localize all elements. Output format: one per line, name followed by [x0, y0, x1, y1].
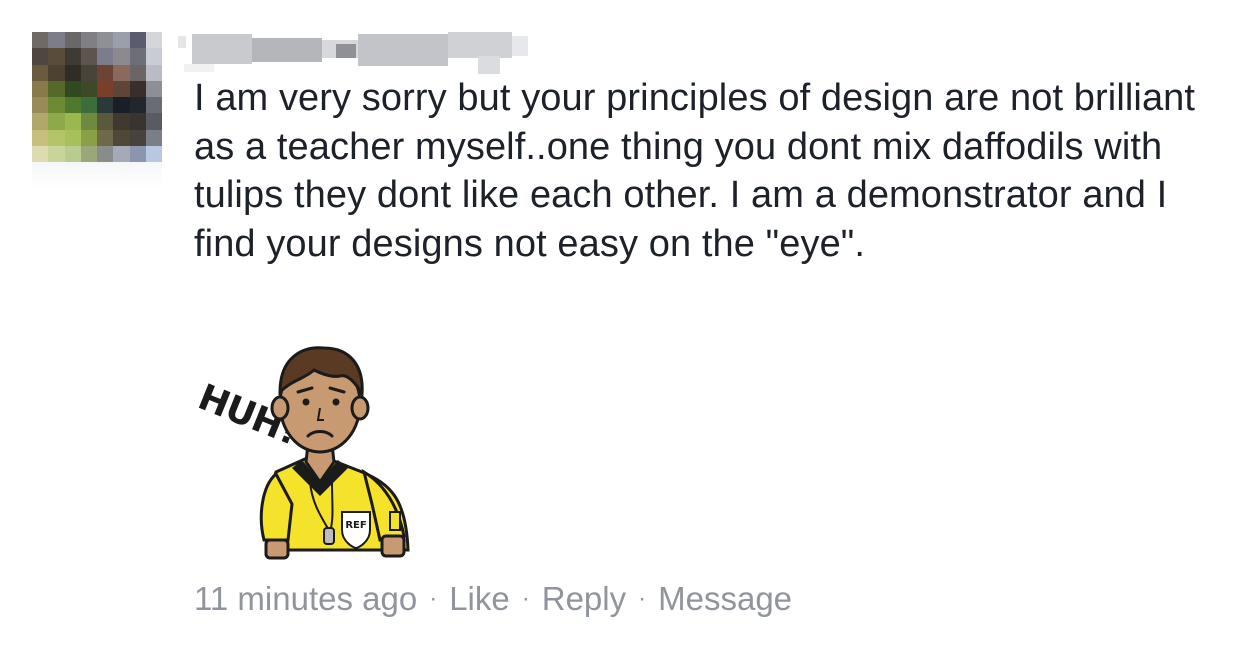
comment-text: I am very sorry but your principles of d… [194, 77, 1196, 265]
referee-sticker[interactable]: HUH? REF [184, 336, 424, 568]
avatar[interactable] [32, 32, 162, 162]
timestamp[interactable]: 11 minutes ago [194, 580, 417, 618]
author-name-blurred[interactable] [178, 30, 530, 76]
comment-meta: 11 minutes ago · Like · Reply · Message [194, 574, 792, 624]
message-link[interactable]: Message [658, 580, 792, 618]
separator: · [638, 585, 647, 612]
avatar-shadow [32, 162, 162, 188]
separator: · [429, 585, 438, 612]
separator: · [521, 585, 530, 612]
confused-referee-icon: HUH? REF [192, 346, 410, 560]
sticker-badge: REF [345, 520, 366, 531]
reply-link[interactable]: Reply [542, 580, 626, 618]
like-link[interactable]: Like [449, 580, 510, 618]
